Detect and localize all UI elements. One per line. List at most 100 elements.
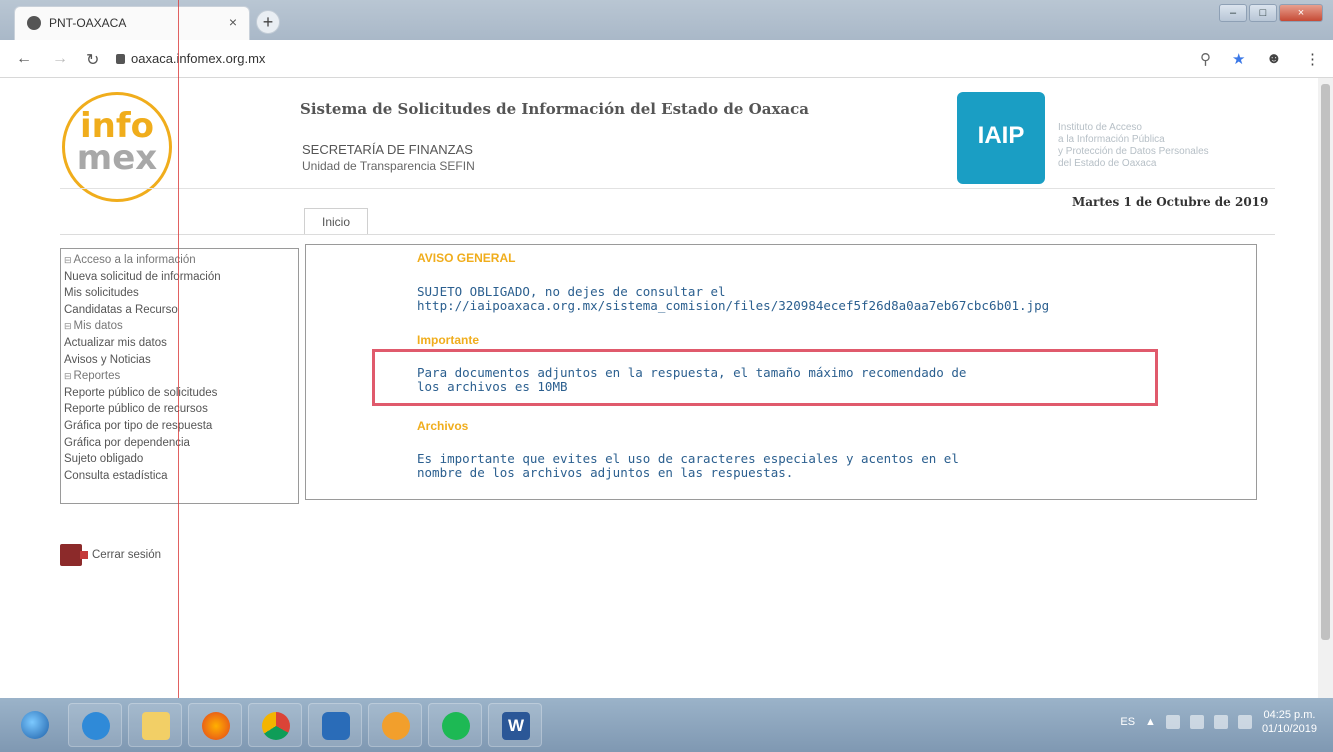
account-icon[interactable]: ☻ — [1266, 50, 1282, 67]
files-text: nombre de los archivos adjuntos en las r… — [417, 465, 794, 480]
important-body: Para documentos adjuntos en la respuesta… — [417, 366, 1177, 394]
iaip-desc-line: a la Información Pública — [1058, 134, 1165, 145]
network-icon[interactable] — [1165, 715, 1180, 729]
sidebar-item-grafica-respuesta[interactable]: Gráfica por tipo de respuesta — [64, 418, 298, 435]
notice-body: SUJETO OBLIGADO, no dejes de consultar e… — [417, 285, 1197, 313]
sidebar-item-reporte-recursos[interactable]: Reporte público de recursos — [64, 401, 298, 418]
taskbar-spotify[interactable] — [428, 703, 482, 747]
window-controls: – □ × — [1219, 4, 1323, 22]
taskbar-word[interactable]: W — [488, 703, 542, 747]
sidebar-menu: Acceso a la información Nueva solicitud … — [60, 248, 299, 504]
files-body: Es importante que evites el uso de carac… — [417, 452, 1177, 480]
logout-button[interactable]: Cerrar sesión — [60, 544, 161, 566]
sidebar-item-candidatas-recurso[interactable]: Candidatas a Recurso — [64, 302, 298, 319]
important-text: Para documentos adjuntos en la respuesta… — [417, 365, 967, 380]
zoom-icon[interactable]: ⚲ — [1200, 50, 1211, 68]
files-title: Archivos — [417, 419, 469, 433]
notice-title: AVISO GENERAL — [417, 251, 516, 265]
folder-icon — [142, 712, 170, 740]
important-text: los archivos es 10MB — [417, 379, 568, 394]
taskbar-chrome[interactable] — [248, 703, 302, 747]
logo-text-bottom: mex — [76, 138, 158, 178]
current-date: Martes 1 de Octubre de 2019 — [1072, 195, 1269, 209]
address-bar: ← → ↻ oaxaca.infomex.org.mx ⚲ ★ ☻ ⋮ — [0, 40, 1333, 78]
media-player-icon — [322, 712, 350, 740]
sidebar-item-sujeto-obligado[interactable]: Sujeto obligado — [64, 451, 298, 468]
iaip-logo-text: IAIP — [977, 122, 1025, 149]
maximize-button[interactable]: □ — [1249, 4, 1277, 22]
browser-tabbar: PNT-OAXACA × + – □ × — [0, 0, 1333, 40]
star-icon[interactable]: ★ — [1232, 50, 1245, 68]
close-window-button[interactable]: × — [1279, 4, 1323, 22]
page-content: info mex Sistema de Solicitudes de Infor… — [0, 78, 1333, 698]
globe-icon — [27, 16, 41, 30]
sidebar-item-reporte-solicitudes[interactable]: Reporte público de solicitudes — [64, 385, 298, 402]
scan-artifact-line — [178, 0, 179, 752]
iaip-desc-line: y Protección de Datos Personales — [1058, 146, 1209, 157]
taskbar-settings[interactable] — [368, 703, 422, 747]
taskbar: W ES ▲ 04:25 p.m. 01/10/2019 — [0, 698, 1333, 752]
header-divider — [60, 188, 1275, 189]
browser-tab[interactable]: PNT-OAXACA × — [14, 6, 250, 40]
files-text: Es importante que evites el uso de carac… — [417, 451, 959, 466]
new-tab-button[interactable]: + — [256, 10, 280, 34]
firefox-icon — [202, 712, 230, 740]
internet-explorer-icon — [82, 712, 110, 740]
sidebar-item-consulta-estadistica[interactable]: Consulta estadística — [64, 468, 298, 485]
important-title: Importante — [417, 333, 480, 347]
sidebar-item-nueva-solicitud[interactable]: Nueva solicitud de información — [64, 269, 298, 286]
iaip-description: Instituto de Acceso a la Información Púb… — [1058, 122, 1278, 170]
sidebar-section-reportes[interactable]: Reportes — [64, 368, 298, 385]
tray-expand-icon[interactable]: ▲ — [1145, 716, 1156, 728]
clock-date: 01/10/2019 — [1261, 723, 1317, 735]
department-name: SECRETARÍA DE FINANZAS — [302, 142, 473, 157]
back-icon[interactable]: ← — [16, 50, 32, 68]
tab-title: PNT-OAXACA — [49, 16, 127, 30]
system-tray: ES ▲ 04:25 p.m. 01/10/2019 — [1120, 708, 1317, 736]
language-indicator[interactable]: ES — [1120, 716, 1135, 728]
notice-text: SUJETO OBLIGADO, no dejes de consultar e… — [417, 284, 726, 299]
iaip-desc-line: Instituto de Acceso — [1058, 122, 1142, 133]
taskbar-ie[interactable] — [68, 703, 122, 747]
iaip-desc-line: del Estado de Oaxaca — [1058, 158, 1157, 169]
infomex-logo[interactable]: info mex — [62, 92, 172, 202]
system-title: Sistema de Solicitudes de Información de… — [300, 100, 809, 118]
taskbar-firefox[interactable] — [188, 703, 242, 747]
start-button[interactable] — [8, 703, 62, 747]
logout-icon — [60, 544, 88, 566]
screen: PNT-OAXACA × + – □ × ← → ↻ oaxaca.infome… — [0, 0, 1333, 752]
taskbar-media[interactable] — [308, 703, 362, 747]
spotify-icon — [442, 712, 470, 740]
sidebar-item-grafica-dependencia[interactable]: Gráfica por dependencia — [64, 435, 298, 452]
windows-icon — [21, 711, 49, 739]
clock-time: 04:25 p.m. — [1263, 709, 1316, 721]
notice-link[interactable]: http://iaipoaxaca.org.mx/sistema_comisio… — [417, 299, 1197, 313]
forward-icon[interactable]: → — [52, 50, 68, 68]
tab-divider — [60, 234, 1275, 235]
clock[interactable]: 04:25 p.m. 01/10/2019 — [1262, 708, 1317, 736]
menu-icon[interactable]: ⋮ — [1305, 50, 1320, 68]
flag-icon[interactable] — [1189, 715, 1204, 729]
sidebar-item-actualizar-datos[interactable]: Actualizar mis datos — [64, 335, 298, 352]
security-icon[interactable] — [1213, 715, 1228, 729]
reload-icon[interactable]: ↻ — [86, 50, 99, 70]
chrome-icon — [262, 712, 290, 740]
sidebar-item-mis-solicitudes[interactable]: Mis solicitudes — [64, 285, 298, 302]
notice-panel: AVISO GENERAL SUJETO OBLIGADO, no dejes … — [305, 244, 1257, 500]
scrollbar-thumb[interactable] — [1321, 84, 1330, 640]
sidebar-section-acceso[interactable]: Acceso a la información — [64, 252, 298, 269]
lock-icon — [116, 54, 125, 64]
url-field[interactable]: oaxaca.infomex.org.mx — [131, 51, 265, 66]
logout-label: Cerrar sesión — [92, 549, 162, 561]
minimize-button[interactable]: – — [1219, 4, 1247, 22]
iaip-logo[interactable]: IAIP — [957, 92, 1045, 184]
sidebar-section-mis-datos[interactable]: Mis datos — [64, 318, 298, 335]
taskbar-explorer[interactable] — [128, 703, 182, 747]
sidebar-item-avisos-noticias[interactable]: Avisos y Noticias — [64, 352, 298, 369]
tab-close-button[interactable]: × — [229, 14, 237, 30]
volume-icon[interactable] — [1237, 715, 1252, 729]
unit-name: Unidad de Transparencia SEFIN — [302, 159, 475, 173]
tab-inicio[interactable]: Inicio — [304, 208, 368, 234]
vertical-scrollbar[interactable] — [1318, 78, 1333, 698]
gear-icon — [382, 712, 410, 740]
